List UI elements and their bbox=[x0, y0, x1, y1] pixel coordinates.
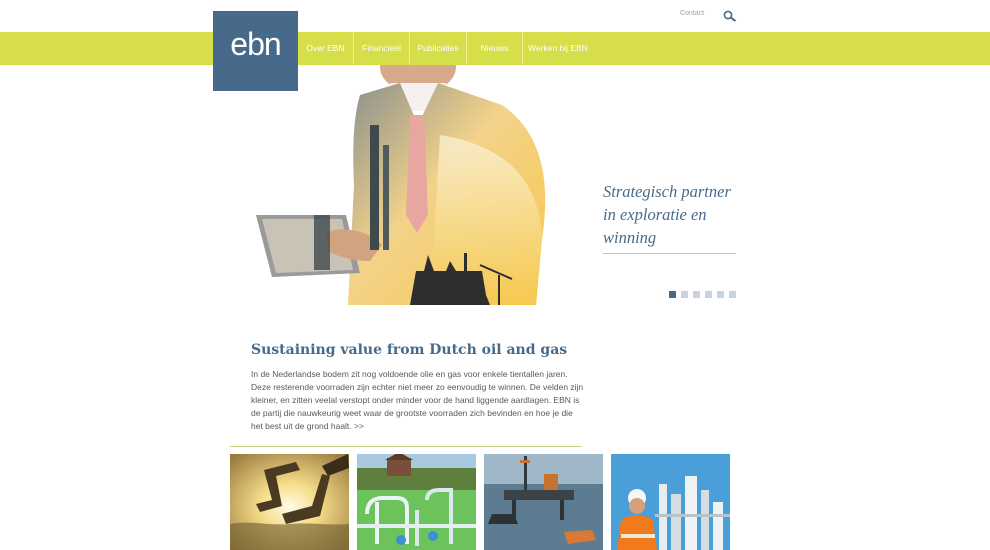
slider-dot-3[interactable] bbox=[693, 291, 700, 298]
slider-dot-2[interactable] bbox=[681, 291, 688, 298]
tagline-divider bbox=[603, 253, 736, 254]
nav-item-werken-bij-ebn[interactable]: Werken bij EBN bbox=[523, 32, 593, 65]
contact-link[interactable]: Contact bbox=[680, 10, 704, 17]
intro-heading: Sustaining value from Dutch oil and gas bbox=[251, 342, 568, 358]
tile-offshore-platform[interactable] bbox=[484, 454, 603, 550]
slider-dot-1[interactable] bbox=[669, 291, 676, 298]
slider-dot-6[interactable] bbox=[729, 291, 736, 298]
hero-image bbox=[250, 41, 550, 305]
tile-refinery-worker[interactable] bbox=[611, 454, 730, 550]
page: Contact Over EBN Financieel Publicaties … bbox=[0, 0, 990, 550]
tile-sunset-hands[interactable] bbox=[230, 454, 349, 550]
slider-dot-4[interactable] bbox=[705, 291, 712, 298]
search-icon[interactable] bbox=[723, 9, 737, 22]
slider-pagination bbox=[669, 291, 739, 299]
logo-text: ebn bbox=[230, 26, 281, 62]
intro-body[interactable]: In de Nederlandse bodem zit nog voldoend… bbox=[251, 368, 586, 433]
nav-item-nieuws[interactable]: Nieuws bbox=[467, 32, 523, 65]
intro-divider bbox=[230, 446, 582, 447]
nav-item-publicaties[interactable]: Publicaties bbox=[410, 32, 467, 65]
nav-item-over-ebn[interactable]: Over EBN bbox=[298, 32, 354, 65]
slider-dot-5[interactable] bbox=[717, 291, 724, 298]
tile-gas-pipes[interactable] bbox=[357, 454, 476, 550]
main-navigation: Over EBN Financieel Publicaties Nieuws W… bbox=[0, 32, 990, 65]
nav-item-financieel[interactable]: Financieel bbox=[354, 32, 410, 65]
top-bar: Contact bbox=[0, 0, 990, 32]
hero-tagline: Strategisch partner in exploratie en win… bbox=[603, 182, 731, 247]
